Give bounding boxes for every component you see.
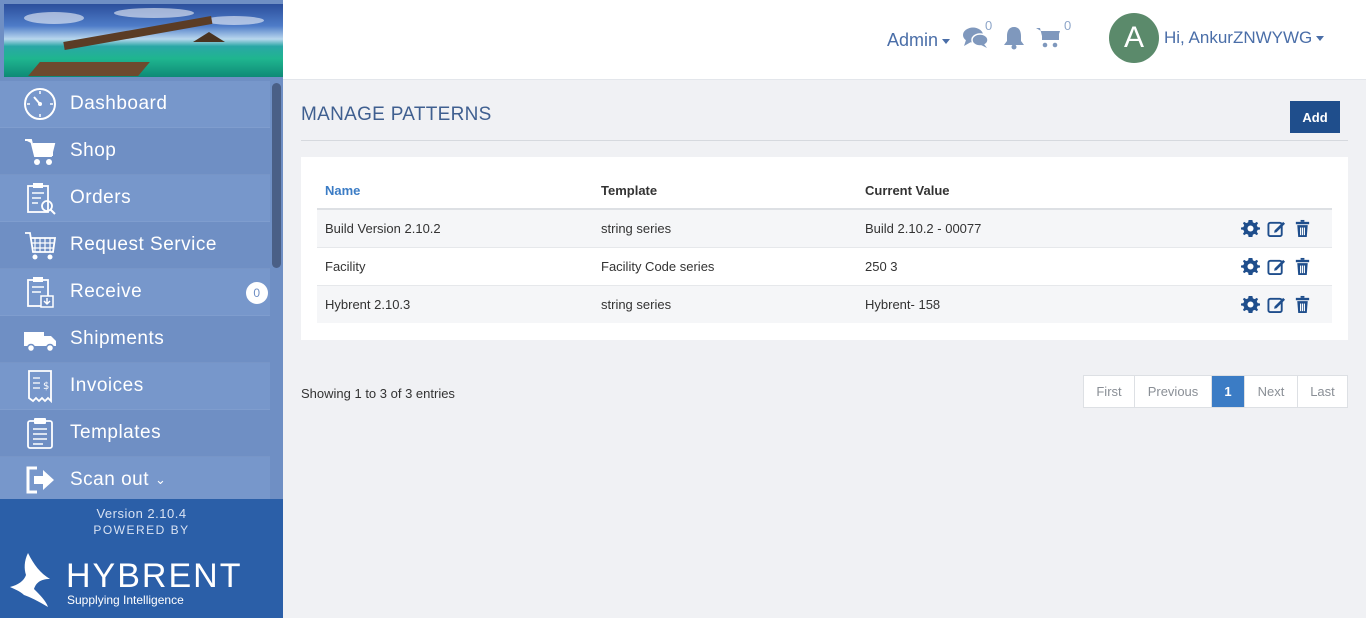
pager-last[interactable]: Last xyxy=(1298,376,1347,407)
column-header-name[interactable]: Name xyxy=(317,172,593,210)
sidebar-item-orders[interactable]: Orders xyxy=(0,175,270,222)
sidebar-item-label: Orders xyxy=(70,187,132,208)
sidebar-item-label: Dashboard xyxy=(70,93,168,114)
admin-label: Admin xyxy=(887,30,939,50)
sidebar-item-label: Shop xyxy=(70,140,117,161)
sidebar: Dashboard Shop Orders Request Service Re… xyxy=(0,0,283,618)
patterns-table: Name Template Current Value Build Versio… xyxy=(317,172,1332,323)
clipboard-icon xyxy=(22,415,58,451)
banner-image xyxy=(4,4,283,77)
cell-template: string series xyxy=(593,209,857,248)
cell-template: string series xyxy=(593,285,857,323)
sidebar-item-dashboard[interactable]: Dashboard xyxy=(0,81,270,128)
title-divider xyxy=(301,140,1348,141)
hybrent-logo-subtitle: Supplying Intelligence xyxy=(67,593,184,607)
cart-count: 0 xyxy=(1064,18,1072,33)
cell-template: Facility Code series xyxy=(593,247,857,286)
sidebar-item-shipments[interactable]: Shipments xyxy=(0,316,270,363)
sidebar-nav: Dashboard Shop Orders Request Service Re… xyxy=(0,81,270,504)
cell-current-value: Build 2.10.2 - 00077 xyxy=(857,209,1114,248)
row-actions xyxy=(1113,209,1332,248)
gear-icon[interactable] xyxy=(1241,219,1260,238)
caret-down-icon xyxy=(942,38,951,44)
user-greeting: Hi, AnkurZNWYWG xyxy=(1164,28,1313,47)
column-header-actions xyxy=(1113,172,1332,210)
sidebar-item-label: Scan out xyxy=(70,469,149,490)
table-header-row: Name Template Current Value xyxy=(317,172,1332,210)
cart-icon[interactable] xyxy=(1036,26,1061,48)
page-title: MANAGE PATTERNS xyxy=(301,104,492,125)
cell-name: Build Version 2.10.2 xyxy=(317,209,593,248)
table-row: Build Version 2.10.2 string series Build… xyxy=(317,209,1332,248)
sidebar-item-invoices[interactable]: $ Invoices xyxy=(0,363,270,410)
pager-first[interactable]: First xyxy=(1084,376,1135,407)
trash-icon[interactable] xyxy=(1293,257,1312,276)
patterns-card: Name Template Current Value Build Versio… xyxy=(301,157,1348,340)
table-row: Facility Facility Code series 250 3 xyxy=(317,247,1332,286)
table-row: Hybrent 2.10.3 string series Hybrent- 15… xyxy=(317,285,1332,323)
gear-icon[interactable] xyxy=(1241,257,1260,276)
chat-count: 0 xyxy=(985,18,993,33)
hybrent-logo-text: HYBRENT xyxy=(66,557,243,595)
sidebar-item-request-service[interactable]: Request Service xyxy=(0,222,270,269)
sidebar-item-label: Receive xyxy=(70,281,143,302)
sidebar-item-templates[interactable]: Templates xyxy=(0,410,270,457)
column-header-template[interactable]: Template xyxy=(593,172,857,210)
sidebar-item-label: Invoices xyxy=(70,375,144,396)
sidebar-item-scan-out[interactable]: Scan out ⌄ xyxy=(0,457,270,504)
service-icon xyxy=(22,227,58,263)
trash-icon[interactable] xyxy=(1293,295,1312,314)
bell-icon[interactable] xyxy=(1003,26,1025,50)
edit-icon[interactable] xyxy=(1267,295,1286,314)
cell-name: Facility xyxy=(317,247,593,286)
receive-count-badge: 0 xyxy=(246,282,268,304)
sidebar-item-label: Templates xyxy=(70,422,162,443)
row-actions xyxy=(1113,247,1332,286)
edit-icon[interactable] xyxy=(1267,257,1286,276)
add-button[interactable]: Add xyxy=(1290,101,1340,133)
row-actions xyxy=(1113,285,1332,323)
truck-icon xyxy=(22,321,58,357)
pager-page-1[interactable]: 1 xyxy=(1212,376,1245,407)
column-header-current-value[interactable]: Current Value xyxy=(857,172,1114,210)
sidebar-item-label: Request Service xyxy=(70,234,217,255)
edit-icon[interactable] xyxy=(1267,219,1286,238)
orders-icon xyxy=(22,180,58,216)
powered-by-text: POWERED BY xyxy=(93,523,190,537)
version-text: Version 2.10.4 xyxy=(96,506,187,521)
sidebar-footer: Version 2.10.4 POWERED BY HYBRENT Supply… xyxy=(0,499,283,618)
avatar[interactable]: A xyxy=(1109,13,1159,63)
cell-name: Hybrent 2.10.3 xyxy=(317,285,593,323)
sidebar-item-receive[interactable]: Receive 0 xyxy=(0,269,270,316)
exit-icon xyxy=(22,462,58,498)
sidebar-item-shop[interactable]: Shop xyxy=(0,128,270,175)
sidebar-scroll-thumb[interactable] xyxy=(272,83,281,268)
gear-icon[interactable] xyxy=(1241,295,1260,314)
receive-icon xyxy=(22,274,58,310)
chevron-down-icon: ⌄ xyxy=(155,472,167,487)
topbar: Admin 0 0 A Hi, AnkurZNWYWG xyxy=(283,0,1366,80)
trash-icon[interactable] xyxy=(1293,219,1312,238)
cart-icon xyxy=(22,133,58,169)
table-info-text: Showing 1 to 3 of 3 entries xyxy=(301,386,455,401)
cell-current-value: 250 3 xyxy=(857,247,1114,286)
sidebar-item-label: Shipments xyxy=(70,328,165,349)
invoice-icon: $ xyxy=(22,368,58,404)
svg-text:$: $ xyxy=(43,381,50,392)
user-menu[interactable]: Hi, AnkurZNWYWG xyxy=(1164,28,1325,48)
pager-next[interactable]: Next xyxy=(1245,376,1298,407)
admin-dropdown[interactable]: Admin xyxy=(887,30,951,51)
pagination: First Previous 1 Next Last xyxy=(1083,375,1348,408)
hybrent-logo-icon xyxy=(10,553,50,607)
pager-previous[interactable]: Previous xyxy=(1135,376,1212,407)
dashboard-icon xyxy=(22,86,58,122)
cell-current-value: Hybrent- 158 xyxy=(857,285,1114,323)
caret-down-icon xyxy=(1316,36,1325,42)
